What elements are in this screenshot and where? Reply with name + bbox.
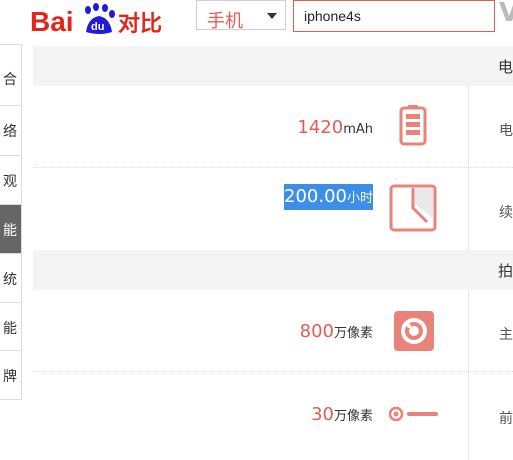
sidebar-item-7[interactable]: 牌 [0,351,21,397]
spec-label: 前 [499,411,513,427]
front-camera-icon [388,406,438,422]
spec-row-front-camera: 30万像素 前 [33,372,513,460]
spec-unit: 万像素 [333,409,373,424]
section-header-battery: 电 [33,46,513,86]
spec-row-battery-capacity: 1420mAh 电 [33,86,513,168]
sidebar-item-label: 牌 [3,369,17,385]
clock-icon [389,184,437,232]
spec-value: 800万像素 [299,321,373,342]
sidebar-item-4-active[interactable]: 能 [0,205,21,253]
spec-row-standby-time: 200.00小时 续 [33,168,513,250]
category-sidebar: 合 络 观 能 统 能 牌 [0,44,22,400]
camera-icon [394,311,434,351]
spec-row-main-camera: 800万像素 主 [33,290,513,372]
divider [468,372,469,460]
baidu-compare-logo[interactable]: Bai du 对比 [30,2,170,38]
divider [468,168,469,250]
spec-label: 续 [499,205,513,221]
category-select-value: 手机 [207,11,243,32]
sidebar-item-5[interactable]: 统 [0,254,21,302]
sidebar-item-label: 络 [3,124,17,140]
sidebar-item-1[interactable]: 合 [0,57,21,93]
spec-label: 主 [499,327,513,343]
section-title: 电 [497,58,513,76]
section-header-camera: 拍 [33,250,513,290]
sidebar-item-2[interactable]: 络 [0,106,21,154]
sidebar-item-6[interactable]: 能 [0,303,21,351]
spec-unit: mAh [343,122,373,137]
spec-value: 30万像素 [311,404,373,425]
battery-icon [399,105,427,146]
svg-text:对比: 对比 [118,12,162,37]
chevron-down-icon[interactable] [267,13,277,19]
section-title: 拍 [497,262,513,280]
category-select[interactable]: 手机 [196,0,286,32]
svg-text:Bai: Bai [30,6,74,37]
spec-unit: 小时 [346,191,373,206]
sidebar-item-3[interactable]: 观 [0,156,21,204]
top-bar: Bai du 对比 手机 V [0,0,513,44]
vs-label: V [499,0,513,28]
comparison-table: 电 1420mAh 电 200.00小时 续 拍 800万像素 主 30万像素 … [33,44,513,460]
sidebar-item-label: 合 [3,72,17,88]
sidebar-item-label: 观 [3,174,17,190]
sidebar-item-label: 能 [3,223,17,239]
divider [468,86,469,168]
spec-value: 1420mAh [297,117,373,138]
sidebar-item-label: 统 [3,272,17,288]
sidebar-item-label: 能 [3,321,17,337]
spec-unit: 万像素 [333,326,373,341]
spec-value-selected[interactable]: 200.00小时 [284,184,373,210]
svg-text:du: du [91,21,104,33]
search-input[interactable] [293,0,495,32]
spec-label: 电 [499,123,513,139]
divider [468,290,469,372]
